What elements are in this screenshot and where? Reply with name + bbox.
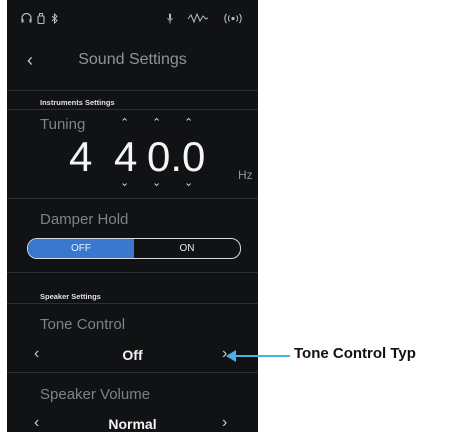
bluetooth-icon xyxy=(51,12,58,27)
tuning-digit-3-down-icon[interactable]: ⌄ xyxy=(184,176,193,189)
damper-hold-on-button[interactable]: ON xyxy=(134,239,240,258)
divider xyxy=(7,198,258,199)
section-header-speaker: Speaker Settings xyxy=(40,292,101,301)
usb-icon xyxy=(37,13,45,27)
tone-control-value: Off xyxy=(122,347,143,363)
callout-label: Tone Control Typ xyxy=(294,345,416,362)
speaker-volume-label: Speaker Volume xyxy=(40,386,151,403)
wireless-icon xyxy=(223,13,243,27)
damper-hold-off-button[interactable]: OFF xyxy=(28,239,134,258)
device-screen: ‹ Sound Settings Instruments Settings Tu… xyxy=(7,0,258,432)
speaker-volume-value: Normal xyxy=(108,416,157,432)
tuning-digit-1-down-icon[interactable]: ⌄ xyxy=(120,176,129,189)
microphone-icon xyxy=(167,13,173,27)
divider xyxy=(7,109,258,110)
tuning-digit-3: 0.0 xyxy=(147,133,206,180)
tuning-unit: Hz xyxy=(238,168,253,182)
tuning-label: Tuning xyxy=(40,116,86,133)
tuning-digit-2-up-icon[interactable]: ⌃ xyxy=(152,116,161,129)
page-title: Sound Settings xyxy=(78,51,187,68)
tone-control-label: Tone Control xyxy=(40,316,126,333)
tuning-digit-1-up-icon[interactable]: ⌃ xyxy=(120,116,129,129)
damper-hold-label: Damper Hold xyxy=(40,211,129,228)
tuning-digit-2: 4 xyxy=(114,133,138,180)
title-bar: ‹ Sound Settings xyxy=(7,40,258,80)
headphones-icon xyxy=(21,12,32,26)
divider xyxy=(7,372,258,373)
tuning-digit-1: 4 xyxy=(69,133,93,180)
sound-mode-icon xyxy=(187,12,209,27)
status-bar xyxy=(7,0,258,34)
tuning-digit-2-down-icon[interactable]: ⌄ xyxy=(152,176,161,189)
divider xyxy=(7,303,258,304)
callout-line xyxy=(232,355,290,357)
divider xyxy=(7,272,258,273)
tuning-digit-3-up-icon[interactable]: ⌃ xyxy=(184,116,193,129)
divider xyxy=(7,90,258,91)
damper-hold-toggle: OFF ON xyxy=(27,238,241,259)
section-header-instruments: Instruments Settings xyxy=(40,98,115,107)
speaker-volume-next-icon[interactable]: › xyxy=(222,414,227,432)
